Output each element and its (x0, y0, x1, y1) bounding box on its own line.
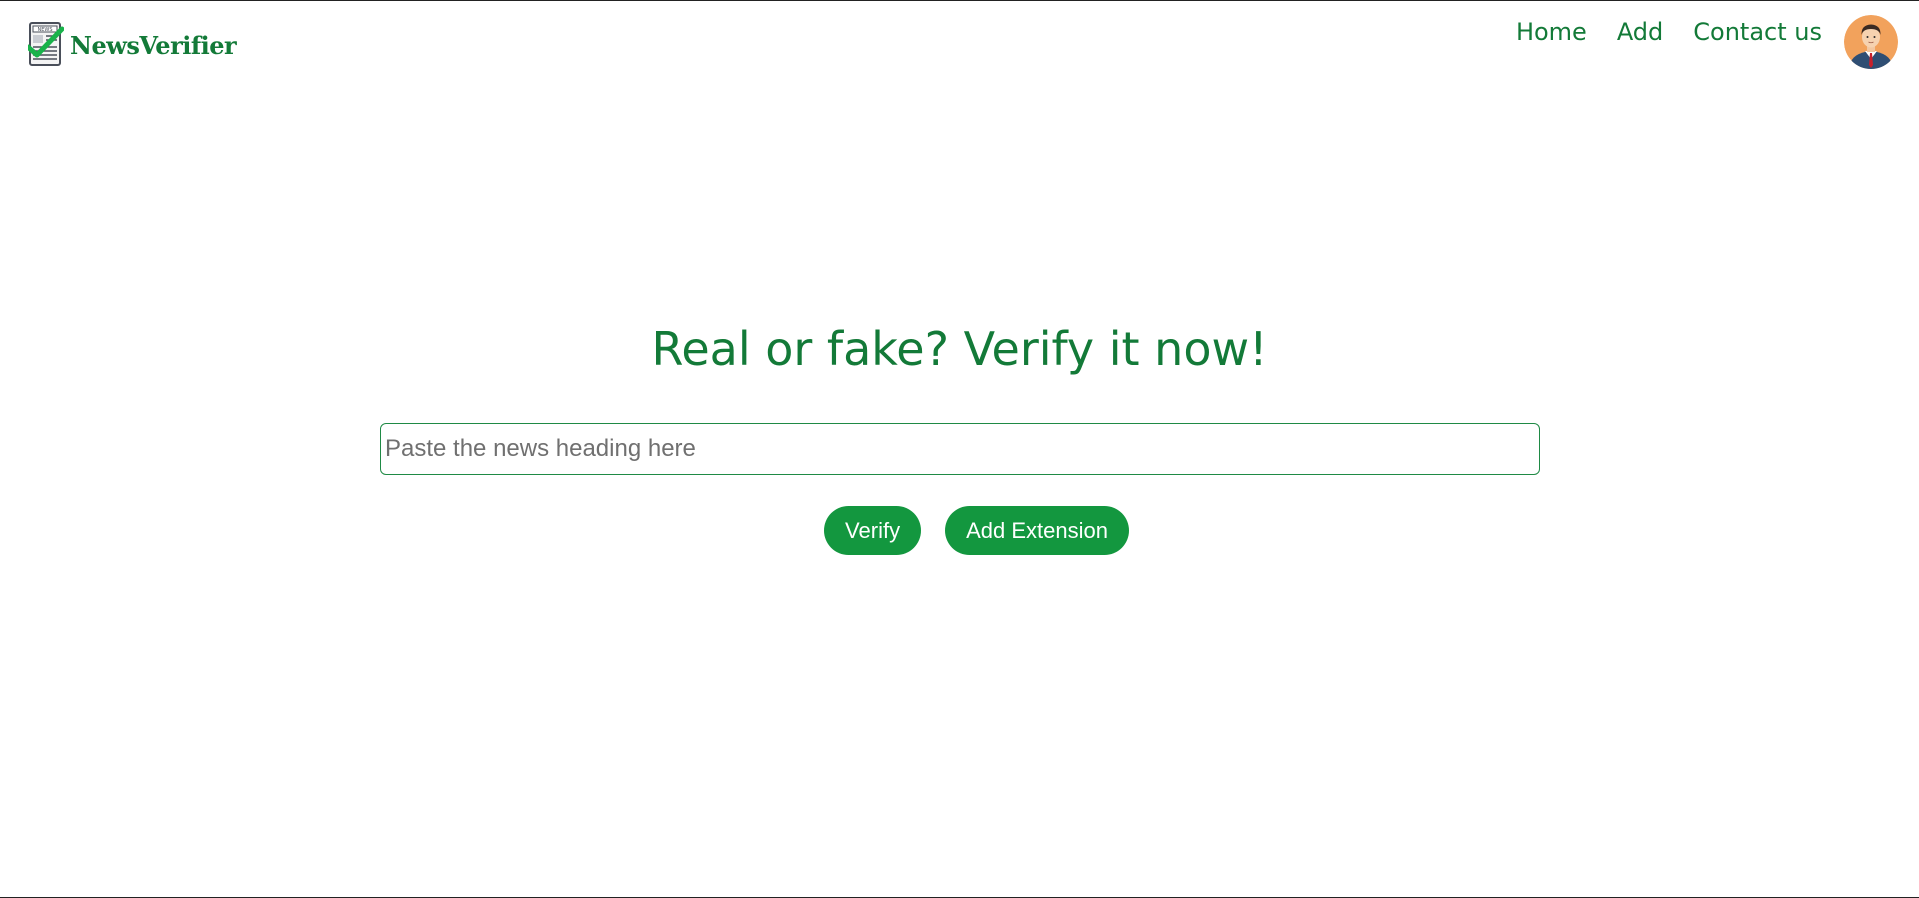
page: NEWS NewsVerifier Home Add Contact us Re… (0, 0, 1919, 898)
nav-contact-link[interactable]: Contact us (1693, 18, 1822, 46)
user-avatar-icon[interactable] (1844, 15, 1898, 69)
nav-home-link[interactable]: Home (1516, 18, 1587, 46)
action-buttons: Verify Add Extension (0, 506, 1919, 555)
brand-name: NewsVerifier (70, 31, 237, 60)
hero-section: Real or fake? Verify it now! (0, 321, 1919, 377)
nav-add-link[interactable]: Add (1617, 18, 1663, 46)
svg-text:NEWS: NEWS (37, 27, 52, 33)
news-heading-input[interactable] (380, 423, 1540, 475)
newspaper-check-icon: NEWS (28, 21, 64, 67)
main-nav: Home Add Contact us (1516, 18, 1822, 46)
brand-logo[interactable]: NEWS NewsVerifier (28, 21, 237, 67)
verify-button[interactable]: Verify (824, 506, 922, 555)
page-title: Real or fake? Verify it now! (651, 322, 1268, 376)
add-extension-button[interactable]: Add Extension (945, 506, 1129, 555)
